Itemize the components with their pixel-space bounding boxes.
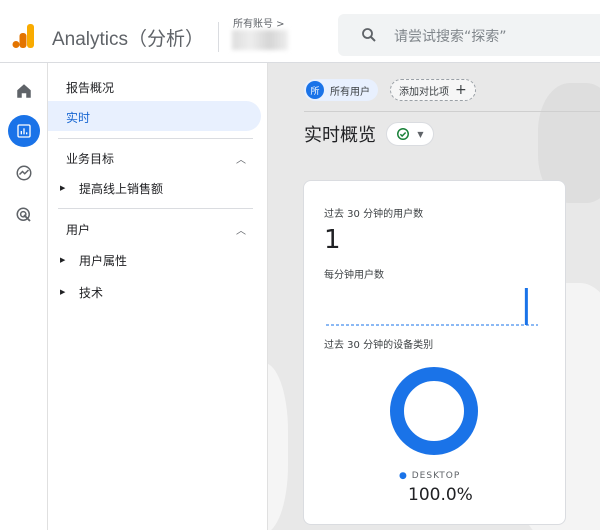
add-comparison-button[interactable]: 添加对比项 + — [390, 79, 476, 101]
account-breadcrumb[interactable]: 所有账号 > — [233, 15, 285, 30]
home-icon[interactable] — [12, 79, 36, 103]
top-bar: Analytics（分析） 所有账号 > 请尝试搜索“探索” — [0, 0, 600, 63]
left-rail — [0, 63, 48, 530]
analytics-logo-icon[interactable] — [12, 24, 36, 48]
divider — [58, 138, 253, 139]
check-circle-icon — [397, 128, 410, 140]
users-value: 1 — [324, 225, 341, 255]
segment-badge: 所 — [306, 81, 324, 99]
page-title: 实时概览 — [304, 125, 376, 146]
legend-label: DESKTOP — [411, 471, 461, 481]
search-placeholder: 请尝试搜索“探索” — [394, 29, 507, 45]
per-minute-bar-chart — [326, 288, 538, 326]
plus-icon: + — [455, 82, 467, 98]
realtime-card: 过去 30 分钟的用户数 1 每分钟用户数 过去 30 分钟的设备类别 ● DE… — [303, 180, 566, 525]
expand-arrow-icon[interactable]: ▶ — [60, 184, 65, 192]
search-input[interactable]: 请尝试搜索“探索” — [338, 14, 600, 56]
status-dropdown[interactable]: ▼ — [386, 122, 434, 146]
segment-label: 所有用户 — [330, 86, 370, 98]
reports-icon[interactable] — [8, 115, 40, 147]
chevron-up-icon[interactable]: ︿ — [236, 222, 246, 237]
app-title: Analytics（分析） — [52, 29, 205, 50]
nav-tech[interactable]: 技术 — [79, 284, 103, 301]
divider — [304, 111, 600, 112]
legend-desktop: ● DESKTOP — [399, 471, 460, 481]
account-name-blurred[interactable] — [232, 30, 288, 50]
device-label: 过去 30 分钟的设备类别 — [324, 340, 434, 351]
per-minute-label: 每分钟用户数 — [324, 270, 384, 281]
donut-slice — [390, 367, 478, 455]
advertising-icon[interactable] — [12, 203, 36, 227]
nav-reports-overview[interactable]: 报告概况 — [66, 79, 114, 96]
desktop-percent: 100.0% — [408, 485, 473, 505]
nav-increase-online-sales[interactable]: 提高线上销售额 — [79, 180, 163, 197]
device-donut-chart — [390, 367, 478, 455]
expand-arrow-icon[interactable]: ▶ — [60, 256, 65, 264]
search-icon — [362, 28, 376, 42]
explore-icon[interactable] — [12, 161, 36, 185]
expand-arrow-icon[interactable]: ▶ — [60, 288, 65, 296]
nav-section-user[interactable]: 用户 — [66, 221, 90, 238]
divider — [218, 22, 219, 52]
segment-chip-all-users[interactable]: 所所有用户 — [304, 79, 378, 101]
bar — [524, 288, 528, 325]
users-label: 过去 30 分钟的用户数 — [324, 209, 424, 220]
realtime-main: 所所有用户 添加对比项 + 实时概览 ▼ 过去 30 分钟的用户数 1 每分钟用户… — [268, 63, 600, 530]
nav-realtime[interactable]: 实时 — [66, 109, 90, 126]
dropdown-arrow-icon: ▼ — [417, 129, 424, 139]
chevron-up-icon[interactable]: ︿ — [236, 151, 246, 166]
map-land — [268, 363, 288, 530]
report-nav: 报告概况 实时 业务目标 ︿ ▶ 提高线上销售额 用户 ︿ ▶ 用户属性 ▶ 技… — [48, 63, 268, 530]
add-comparison-label: 添加对比项 — [399, 86, 449, 98]
nav-section-business-goals[interactable]: 业务目标 — [66, 150, 114, 167]
nav-user-attributes[interactable]: 用户属性 — [79, 252, 127, 269]
legend-dot-icon: ● — [399, 471, 408, 481]
divider — [58, 208, 253, 209]
